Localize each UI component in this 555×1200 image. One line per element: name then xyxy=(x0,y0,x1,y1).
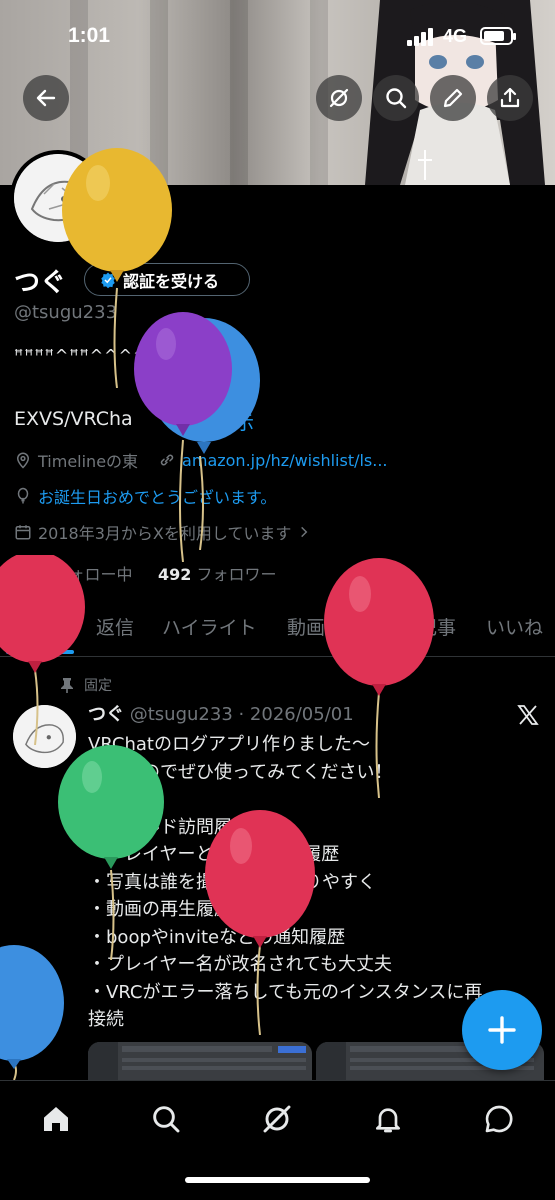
post-line: ・boopやinviteなどの通知履歴 xyxy=(88,926,346,948)
followers-label[interactable]: フォロワー xyxy=(196,565,276,584)
post-avatar-illustration xyxy=(13,705,76,768)
chat-bubble-icon xyxy=(485,1105,513,1133)
back-button[interactable] xyxy=(23,75,69,121)
show-more-link[interactable]: らに表示 xyxy=(178,408,254,435)
tab-posts[interactable]: ポスト xyxy=(10,613,67,640)
grok-button[interactable] xyxy=(316,75,362,121)
post-line: 無料なのでぜひ使ってみてください！ xyxy=(88,761,393,783)
active-tab-indicator xyxy=(6,650,74,654)
grok-icon xyxy=(329,88,349,108)
signal-icon xyxy=(407,28,433,46)
share-icon xyxy=(500,87,520,108)
nav-messages[interactable] xyxy=(481,1101,517,1137)
post-line: ・プレイヤー名が改名されても大丈夫 xyxy=(88,954,393,975)
plus-icon xyxy=(488,1016,516,1044)
following-count[interactable]: 518 xyxy=(14,565,47,584)
tab-replies[interactable]: 返信 xyxy=(96,613,134,640)
nav-notifications[interactable] xyxy=(370,1101,406,1137)
nav-search[interactable] xyxy=(148,1101,184,1137)
edit-button[interactable] xyxy=(430,75,476,121)
followers-count[interactable]: 492 xyxy=(158,565,191,584)
bio-line-1: ꟸꟸꟸꟸ^ꟸꟸ^^^^^ xyxy=(14,346,162,365)
bio-line-2: EXVS/VRCha xyxy=(14,408,133,430)
pinned-label-row: 固定 xyxy=(60,675,112,695)
nav-home[interactable] xyxy=(38,1101,74,1137)
home-icon xyxy=(44,1107,68,1131)
location-row: Timelineの東 amazon.jp/hz/wishlist/ls... xyxy=(14,448,388,472)
tab-images[interactable]: 画像 xyxy=(353,613,391,640)
pinned-label: 固定 xyxy=(84,678,112,694)
bell-icon xyxy=(376,1108,400,1133)
post-header: つぐ @tsugu233 · 2026/05/01 xyxy=(88,700,354,726)
search-icon xyxy=(153,1106,180,1133)
back-arrow-icon xyxy=(36,89,56,107)
tab-videos[interactable]: 動画 xyxy=(287,613,325,640)
calendar-icon xyxy=(15,525,31,540)
post-line: VRChatのログアプリ作りました〜 xyxy=(88,734,370,755)
x-logo-icon xyxy=(517,705,539,725)
search-icon xyxy=(386,88,407,109)
tab-highlights[interactable]: ハイライト xyxy=(162,613,257,640)
nav-grok[interactable] xyxy=(259,1101,295,1137)
status-time: 1:01 xyxy=(68,24,111,47)
network-label: 4G xyxy=(443,26,468,46)
post-image-1[interactable] xyxy=(88,1042,312,1080)
verified-badge-icon xyxy=(101,272,115,288)
post-handle-date: @tsugu233 · 2026/05/01 xyxy=(129,704,354,725)
home-indicator xyxy=(185,1177,370,1183)
post-line: ・プレイヤーとの出会いの履歴 xyxy=(88,844,340,865)
tab-likes[interactable]: いいね xyxy=(486,613,543,640)
chevron-right-icon xyxy=(301,526,308,538)
joined-row[interactable]: 2018年3月からXを利用しています xyxy=(14,520,311,544)
location-text: Timelineの東 xyxy=(38,452,139,471)
battery-icon xyxy=(480,27,516,45)
status-bar: 1:01 4G xyxy=(0,0,555,74)
birthday-row: お誕生日おめでとうございます。 xyxy=(14,484,276,508)
website-link[interactable]: amazon.jp/hz/wishlist/ls... xyxy=(182,451,387,470)
following-label[interactable]: フォロー中 xyxy=(53,565,133,584)
post-avatar[interactable] xyxy=(13,705,76,768)
search-button[interactable] xyxy=(373,75,419,121)
profile-avatar[interactable] xyxy=(10,150,106,246)
birthday-text: お誕生日おめでとうございます。 xyxy=(38,488,277,507)
post-text: VRChatのログアプリ作りました〜 無料なのでぜひ使ってみてください！ ・ワー… xyxy=(88,731,538,1034)
display-name: つぐ xyxy=(14,268,67,298)
grok-icon xyxy=(263,1105,291,1133)
balloon-icon xyxy=(17,487,29,504)
joined-text: 2018年3月からXを利用しています xyxy=(38,524,292,543)
compose-post-button[interactable] xyxy=(462,990,542,1070)
balloon-blue-bottom xyxy=(0,945,64,1080)
post-line xyxy=(88,786,538,814)
location-pin-icon xyxy=(16,452,30,469)
user-handle: @tsugu233 xyxy=(14,302,118,323)
follow-stats: 518 フォロー中 492 フォロワー xyxy=(14,561,276,585)
post-line: ・ワールド訪問履歴 xyxy=(88,816,250,838)
share-button[interactable] xyxy=(487,75,533,121)
app-screenshot-thumbnail xyxy=(88,1042,312,1080)
post-author-name[interactable]: つぐ xyxy=(88,704,124,725)
get-verified-label: 認証を受ける xyxy=(123,271,220,291)
link-icon xyxy=(160,454,174,466)
post-line: ・VRCがエラー落ちしても元のインスタンスに再 xyxy=(88,981,483,1003)
pencil-icon xyxy=(443,88,463,108)
get-verified-button[interactable]: 認証を受ける xyxy=(84,263,250,296)
post-line: ・写真は誰を撮ったか分かりやすく xyxy=(88,871,376,893)
avatar-illustration xyxy=(14,154,102,242)
tab-articles[interactable]: 記事 xyxy=(418,613,456,640)
post-line: ・動画の再生履歴 xyxy=(88,899,232,920)
profile-tabs: ポスト 返信 ハイライト 動画 画像 記事 いいね xyxy=(0,607,555,657)
pin-icon xyxy=(61,678,73,693)
